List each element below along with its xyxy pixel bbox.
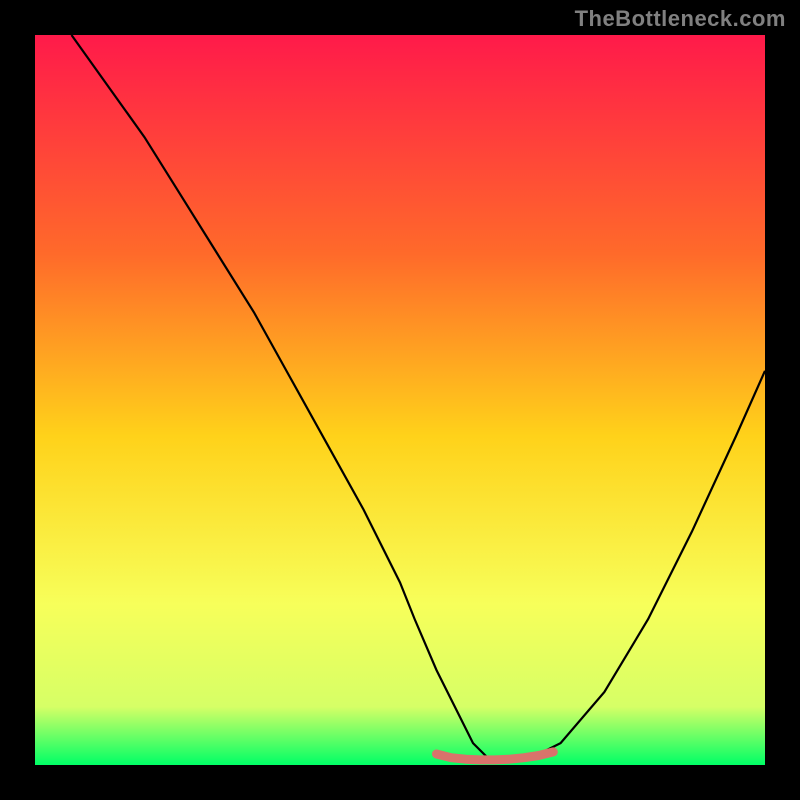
chart-frame: TheBottleneck.com: [0, 0, 800, 800]
gradient-background: [35, 35, 765, 765]
bottleneck-chart: [0, 0, 800, 800]
watermark-label: TheBottleneck.com: [575, 6, 786, 32]
